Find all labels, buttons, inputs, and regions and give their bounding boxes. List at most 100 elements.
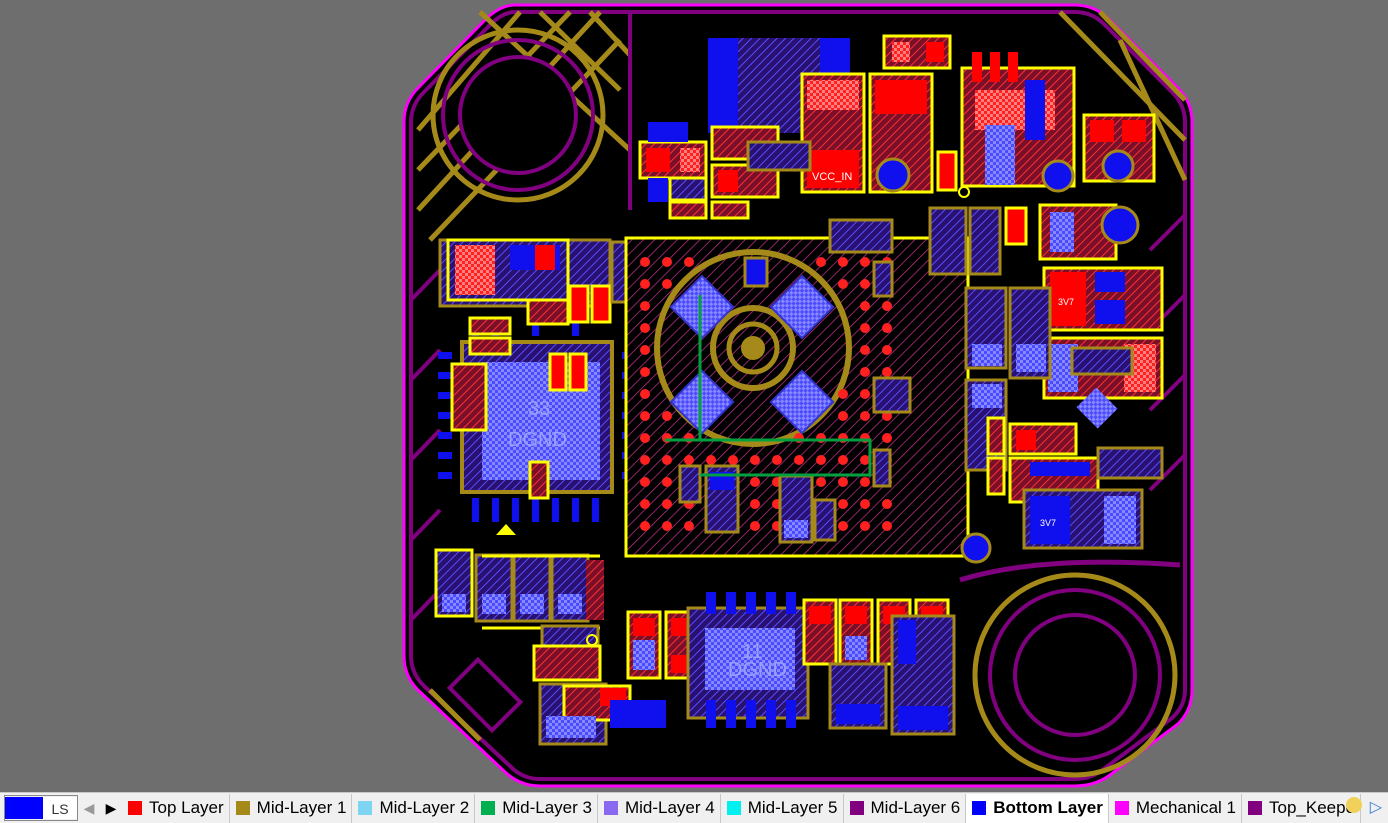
- bga-ball: [662, 411, 672, 421]
- bga-main[interactable]: [624, 236, 992, 564]
- layer-tab-mid-layer-6[interactable]: Mid-Layer 6: [844, 793, 967, 823]
- scroll-right-icon[interactable]: ▶: [100, 800, 122, 817]
- layer-tab-label: Mid-Layer 5: [747, 798, 838, 817]
- ic-33-pin-number: 33: [528, 398, 550, 420]
- bga-ball: [640, 433, 650, 443]
- bga-ball: [772, 455, 782, 465]
- bga-ball: [860, 411, 870, 421]
- bga-ball: [662, 257, 672, 267]
- layer-tab-label: Bottom Layer: [993, 798, 1103, 817]
- cap-vcc-in[interactable]: VCC_IN: [800, 72, 866, 194]
- bga-ball: [706, 455, 716, 465]
- bga-ball: [640, 323, 650, 333]
- layer-color-swatch: [481, 801, 496, 815]
- bga-ball: [838, 389, 848, 399]
- layer-color-swatch: [358, 801, 373, 815]
- layer-tab-label: Mid-Layer 4: [624, 798, 715, 817]
- bga-ball: [882, 367, 892, 377]
- layer-color-swatch: [1248, 801, 1263, 815]
- layer-tab-top-keepo[interactable]: Top_Keepo: [1242, 793, 1362, 823]
- bga-ball: [662, 279, 672, 289]
- vcc-in-label: VCC_IN: [812, 171, 852, 183]
- bga-ball: [882, 433, 892, 443]
- layer-color-swatch: [128, 801, 142, 815]
- bga-ball: [794, 455, 804, 465]
- bga-ball: [882, 301, 892, 311]
- net-label-3v7-top: 3V7: [1058, 297, 1074, 307]
- layer-tab-top-layer[interactable]: Top Layer: [122, 793, 230, 823]
- bga-ball: [882, 345, 892, 355]
- ic-33-net-label: DGND: [508, 429, 567, 451]
- bga-ball: [640, 367, 650, 377]
- bga-ball: [640, 279, 650, 289]
- layer-tab-label: Top_Keepo: [1269, 798, 1356, 817]
- bga-ball: [750, 477, 760, 487]
- layer-color-swatch: [603, 801, 618, 815]
- bga-ball: [860, 345, 870, 355]
- bga-ball: [860, 301, 870, 311]
- layer-tab-bar: LS ◀ ▶ Top Layer Mid-Layer 1 Mid-Layer 2 Mi…: [0, 792, 1388, 823]
- bga-ball: [816, 477, 826, 487]
- current-layer-ls-label: LS: [43, 797, 77, 819]
- bga-ball: [640, 521, 650, 531]
- bga-ball: [860, 499, 870, 509]
- bga-ball: [838, 499, 848, 509]
- ic-11-net-label: DGND: [728, 659, 787, 681]
- bga-ball: [750, 499, 760, 509]
- net-label-3v7-bottom: 3V7: [1040, 518, 1056, 528]
- bga-ball: [860, 521, 870, 531]
- bga-ball: [816, 455, 826, 465]
- bga-ball: [640, 455, 650, 465]
- bga-ball: [838, 477, 848, 487]
- bga-ball: [838, 279, 848, 289]
- bga-ball: [684, 521, 694, 531]
- bga-ball: [860, 367, 870, 377]
- current-layer-indicator[interactable]: LS: [4, 795, 78, 821]
- layer-color-swatch: [235, 801, 250, 815]
- bga-ball: [640, 411, 650, 421]
- bga-ball: [640, 389, 650, 399]
- bga-ball: [750, 455, 760, 465]
- bga-ball: [662, 521, 672, 531]
- layer-color-swatch: [972, 801, 987, 815]
- bga-ball: [662, 477, 672, 487]
- bga-ball: [860, 279, 870, 289]
- bga-ball: [640, 257, 650, 267]
- scroll-left-icon[interactable]: ◀: [78, 800, 100, 817]
- bga-ball: [838, 257, 848, 267]
- layer-tab-mid-layer-5[interactable]: Mid-Layer 5: [721, 793, 844, 823]
- bga-ball: [838, 455, 848, 465]
- layer-tab-label: Mid-Layer 3: [502, 798, 592, 817]
- bga-ball: [860, 389, 870, 399]
- bga-ball: [684, 257, 694, 267]
- pcb-canvas[interactable]: VCC_IN 33 DGND 3V7 3V7 11 DGND: [0, 0, 1388, 792]
- lightbulb-icon[interactable]: [1346, 797, 1362, 813]
- layer-tab-label: Mid-Layer 1: [256, 798, 347, 817]
- cap-dgnd-top[interactable]: [868, 72, 934, 194]
- bga-ball: [728, 455, 738, 465]
- bga-ball: [838, 411, 848, 421]
- bga-ball: [662, 455, 672, 465]
- bga-ball: [860, 323, 870, 333]
- bga-ball: [882, 323, 892, 333]
- layer-tab-mechanical-1[interactable]: Mechanical 1: [1109, 793, 1243, 823]
- bga-ball: [640, 477, 650, 487]
- bga-ball: [816, 257, 826, 267]
- current-layer-swatch: [5, 797, 43, 819]
- bga-ball: [640, 345, 650, 355]
- bga-ball: [750, 521, 760, 531]
- layer-tab-label: Mechanical 1: [1135, 798, 1237, 817]
- layer-tab-mid-layer-3[interactable]: Mid-Layer 3: [475, 793, 598, 823]
- layer-tab-bottom-layer[interactable]: Bottom Layer: [966, 793, 1109, 823]
- layer-tab-label: Top Layer: [149, 798, 224, 817]
- bga-ball: [838, 521, 848, 531]
- layer-tab-mid-layer-1[interactable]: Mid-Layer 1: [230, 793, 353, 823]
- layer-color-swatch: [726, 801, 741, 815]
- bga-ball: [860, 477, 870, 487]
- bga-ball: [860, 257, 870, 267]
- layer-tab-mid-layer-4[interactable]: Mid-Layer 4: [598, 793, 721, 823]
- pcb-board-view[interactable]: VCC_IN 33 DGND 3V7 3V7 11 DGND: [0, 0, 1388, 792]
- more-tabs-arrow-icon[interactable]: ▷: [1370, 797, 1382, 817]
- bga-ball: [662, 499, 672, 509]
- layer-tab-mid-layer-2[interactable]: Mid-Layer 2: [352, 793, 476, 823]
